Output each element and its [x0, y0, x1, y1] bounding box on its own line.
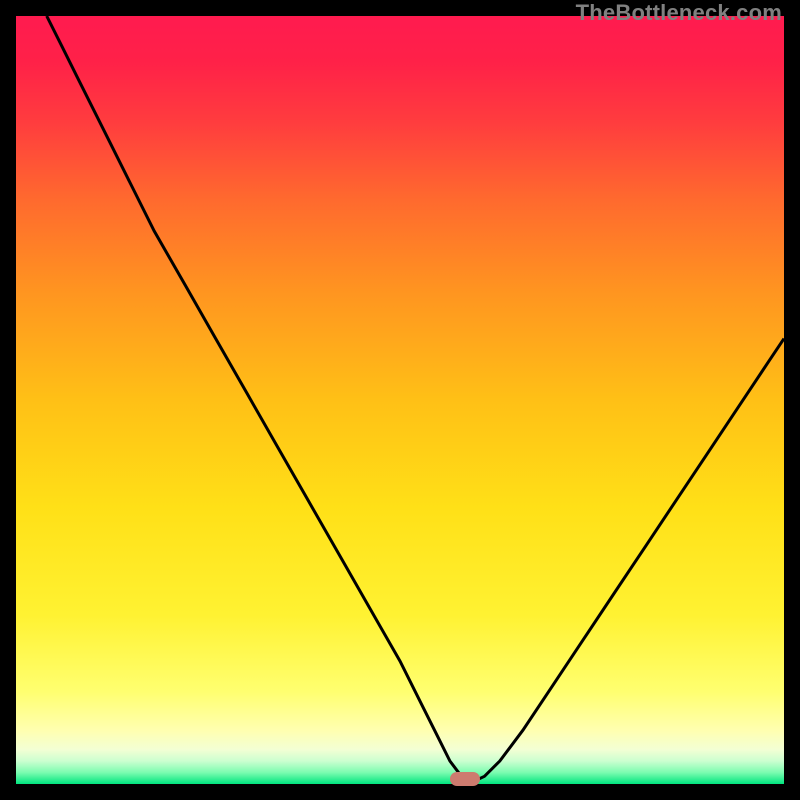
chart-container: TheBottleneck.com: [0, 0, 800, 800]
curve-layer: [16, 16, 784, 784]
bottleneck-curve: [47, 16, 784, 782]
plot-area: [16, 16, 784, 784]
optimal-marker: [450, 772, 480, 786]
watermark-text: TheBottleneck.com: [576, 0, 782, 26]
